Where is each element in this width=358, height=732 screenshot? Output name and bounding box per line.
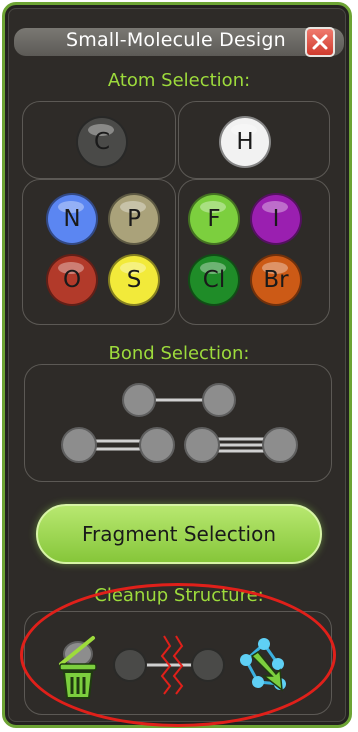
atom-selection-title: Atom Selection: bbox=[107, 70, 251, 91]
double-bond-icon[interactable] bbox=[55, 424, 181, 468]
atom-iodine-button[interactable]: I bbox=[250, 193, 302, 245]
fragment-selection-button[interactable]: Fragment Selection bbox=[36, 504, 322, 564]
atom-bromine-button[interactable]: Br bbox=[250, 254, 302, 306]
atom-carbon-button[interactable]: C bbox=[76, 116, 128, 168]
atom-phosphorus-button[interactable]: P bbox=[108, 193, 160, 245]
atom-hydrogen-button[interactable]: H bbox=[219, 116, 271, 168]
atom-sulfur-button[interactable]: S bbox=[108, 254, 160, 306]
atom-oxygen-button[interactable]: O bbox=[46, 254, 98, 306]
close-icon bbox=[312, 34, 328, 50]
atom-nitrogen-button[interactable]: N bbox=[46, 193, 98, 245]
atom-fluorine-button[interactable]: F bbox=[188, 193, 240, 245]
close-button[interactable] bbox=[305, 27, 335, 57]
single-bond-icon[interactable] bbox=[115, 380, 245, 422]
window-title: Small-Molecule Design bbox=[66, 29, 286, 51]
bond-selection-title: Bond Selection: bbox=[108, 343, 250, 364]
highlight-ellipse-annotation bbox=[20, 583, 336, 727]
atom-chlorine-button[interactable]: Cl bbox=[188, 254, 240, 306]
fragment-selection-label: Fragment Selection bbox=[81, 522, 277, 546]
triple-bond-icon[interactable] bbox=[180, 424, 304, 468]
